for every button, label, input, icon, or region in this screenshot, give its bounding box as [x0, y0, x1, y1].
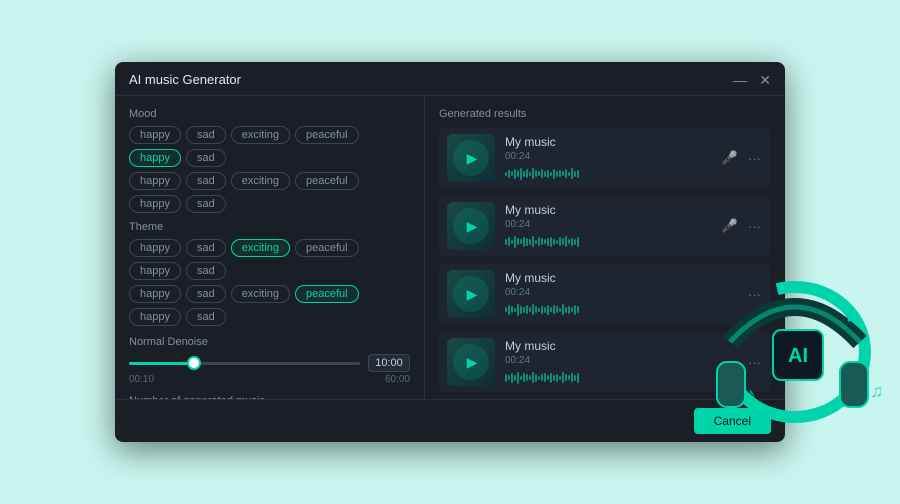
mood-tag-sad1[interactable]: sad — [186, 126, 226, 144]
results-label: Generated results — [439, 108, 771, 120]
music-more-btn-3[interactable]: ··· — [746, 285, 763, 304]
music-actions-3: ··· — [746, 285, 763, 304]
titlebar-controls: — ✕ — [733, 73, 771, 87]
music-more-btn-1[interactable]: ··· — [746, 149, 763, 168]
mood-tag-peaceful1[interactable]: peaceful — [295, 126, 359, 144]
music-more-btn-4[interactable]: ··· — [746, 353, 763, 372]
mood-tag-sad4[interactable]: sad — [186, 195, 226, 213]
music-info-4: My music 00:24 — [505, 339, 736, 386]
music-mic-btn-1[interactable]: 🎤 — [720, 148, 740, 168]
theme-tag-peaceful2[interactable]: peaceful — [295, 285, 359, 303]
music-more-btn-2[interactable]: ··· — [746, 217, 763, 236]
theme-tag-happy3[interactable]: happy — [129, 285, 181, 303]
waveform-3 — [505, 302, 736, 318]
theme-tags-row-1: happy sad exciting peaceful happy sad — [129, 239, 410, 280]
music-mic-btn-2[interactable]: 🎤 — [720, 216, 740, 236]
music-item-4: ▶ My music 00:24 — [439, 332, 771, 392]
music-duration-2: 00:24 — [505, 219, 710, 230]
music-duration-1: 00:24 — [505, 151, 710, 162]
music-item-2: ▶ My music 00:24 — [439, 196, 771, 256]
dialog-body: Mood happy sad exciting peaceful happy s… — [115, 96, 785, 399]
theme-tag-sad3[interactable]: sad — [186, 285, 226, 303]
mood-tag-happy1[interactable]: happy — [129, 126, 181, 144]
waveform-4 — [505, 370, 736, 386]
mood-tag-happy2[interactable]: happy — [129, 149, 181, 167]
theme-tag-happy1[interactable]: happy — [129, 239, 181, 257]
denoise-min: 00:10 — [129, 374, 154, 385]
music-thumb-3[interactable]: ▶ — [447, 270, 495, 318]
theme-label: Theme — [129, 221, 410, 233]
mood-tag-happy3[interactable]: happy — [129, 172, 181, 190]
denoise-range: 00:10 60:00 — [129, 374, 410, 385]
music-name-1: My music — [505, 135, 710, 149]
music-thumb-2[interactable]: ▶ — [447, 202, 495, 250]
denoise-slider-wrapper[interactable] — [129, 354, 360, 372]
denoise-slider-row: 10:00 — [129, 354, 410, 372]
svg-text:♫: ♫ — [870, 381, 884, 401]
denoise-section: Normal Denoise 10:00 00:10 60:00 — [129, 336, 410, 385]
theme-tags-row-2: happy sad exciting peaceful happy sad — [129, 285, 410, 326]
music-info-2: My music 00:24 — [505, 203, 710, 250]
mood-label: Mood — [129, 108, 410, 120]
music-name-4: My music — [505, 339, 736, 353]
denoise-label: Normal Denoise — [129, 336, 410, 348]
denoise-value: 10:00 — [368, 354, 410, 372]
minimize-button[interactable]: — — [733, 73, 747, 87]
mood-tag-exciting1[interactable]: exciting — [231, 126, 290, 144]
theme-tag-peaceful1[interactable]: peaceful — [295, 239, 359, 257]
theme-tag-happy4[interactable]: happy — [129, 308, 181, 326]
play-icon-2: ▶ — [467, 218, 478, 235]
close-button[interactable]: ✕ — [759, 73, 771, 87]
theme-tag-sad4[interactable]: sad — [186, 308, 226, 326]
theme-tag-sad1[interactable]: sad — [186, 239, 226, 257]
play-icon-1: ▶ — [467, 150, 478, 167]
music-duration-3: 00:24 — [505, 287, 736, 298]
play-icon-4: ▶ — [467, 354, 478, 371]
mood-tag-exciting2[interactable]: exciting — [231, 172, 290, 190]
waveform-2 — [505, 234, 710, 250]
mood-tags-row-2: happy sad exciting peaceful happy sad — [129, 172, 410, 213]
cancel-button[interactable]: Cancel — [694, 408, 771, 434]
denoise-fill — [129, 362, 194, 365]
music-duration-4: 00:24 — [505, 355, 736, 366]
music-name-2: My music — [505, 203, 710, 217]
theme-tag-sad2[interactable]: sad — [186, 262, 226, 280]
dialog-footer: Cancel — [115, 399, 785, 442]
dialog-titlebar: AI music Generator — ✕ — [115, 62, 785, 96]
mood-tag-happy4[interactable]: happy — [129, 195, 181, 213]
music-actions-1: 🎤 ··· — [720, 148, 763, 168]
svg-text:AI: AI — [788, 345, 808, 367]
ai-music-generator-dialog: AI music Generator — ✕ Mood happy sad ex… — [115, 62, 785, 442]
denoise-max: 60:00 — [385, 374, 410, 385]
play-icon-3: ▶ — [467, 286, 478, 303]
music-item-3: ▶ My music 00:24 — [439, 264, 771, 324]
left-panel: Mood happy sad exciting peaceful happy s… — [115, 96, 425, 399]
denoise-track — [129, 362, 360, 365]
denoise-thumb[interactable] — [187, 356, 201, 370]
music-thumb-4[interactable]: ▶ — [447, 338, 495, 386]
mood-tag-peaceful2[interactable]: peaceful — [295, 172, 359, 190]
music-info-1: My music 00:24 — [505, 135, 710, 182]
svg-text:♪: ♪ — [845, 297, 859, 328]
theme-tag-happy2[interactable]: happy — [129, 262, 181, 280]
music-item-1: ▶ My music 00:24 — [439, 128, 771, 188]
music-name-3: My music — [505, 271, 736, 285]
dialog-title: AI music Generator — [129, 72, 241, 87]
music-actions-4: ··· — [746, 353, 763, 372]
mood-tag-sad3[interactable]: sad — [186, 172, 226, 190]
mood-tags-row-1: happy sad exciting peaceful happy sad — [129, 126, 410, 167]
music-thumb-1[interactable]: ▶ — [447, 134, 495, 182]
music-actions-2: 🎤 ··· — [720, 216, 763, 236]
mood-tag-sad2[interactable]: sad — [186, 149, 226, 167]
waveform-1 — [505, 166, 710, 182]
theme-tag-exciting1[interactable]: exciting — [231, 239, 290, 257]
music-info-3: My music 00:24 — [505, 271, 736, 318]
right-panel: Generated results ▶ My music 00:24 — [425, 96, 785, 399]
theme-tag-exciting2[interactable]: exciting — [231, 285, 290, 303]
